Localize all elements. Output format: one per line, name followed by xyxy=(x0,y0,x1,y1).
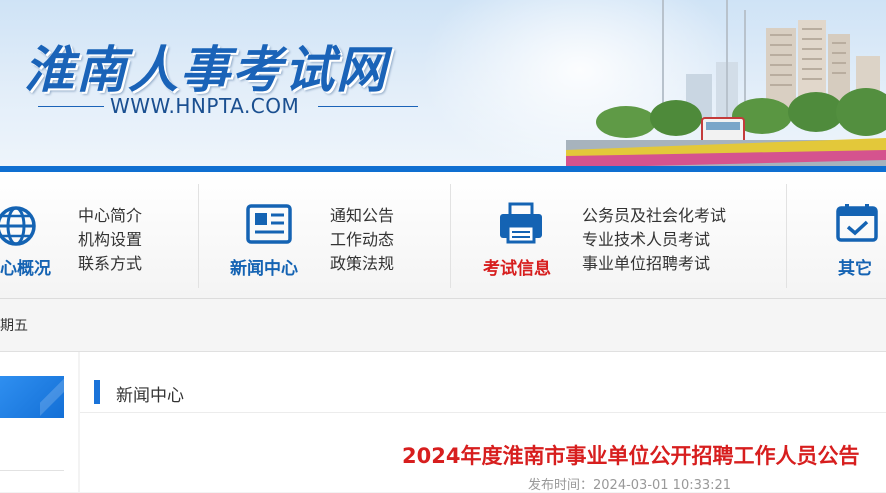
nav-links-overview: 中心简介 机构设置 联系方式 xyxy=(78,204,142,276)
nav-link-institution-exam[interactable]: 事业单位招聘考试 xyxy=(582,252,726,276)
main-nav: 心概况 中心简介 机构设置 联系方式 新闻中心 通知公告 工作动态 政策法规 考… xyxy=(0,172,886,299)
article-panel: 新闻中心 2024年度淮南市事业单位公开招聘工作人员公告 发布时间：2024-0… xyxy=(80,352,886,493)
article-publish-time: 发布时间：2024-03-01 10:33:21 xyxy=(528,478,732,493)
nav-link-intro[interactable]: 中心简介 xyxy=(78,204,142,228)
current-date: 期五 xyxy=(0,318,28,334)
url-divider-left xyxy=(38,106,104,107)
url-divider-right xyxy=(318,106,418,107)
city-skyline-image xyxy=(566,0,886,168)
section-title[interactable]: 新闻中心 xyxy=(116,381,184,406)
nav-link-notices[interactable]: 通知公告 xyxy=(330,204,394,228)
exam-printer-icon[interactable] xyxy=(498,202,544,248)
section-marker xyxy=(94,380,100,404)
nav-link-contact[interactable]: 联系方式 xyxy=(78,252,142,276)
section-divider xyxy=(80,412,886,413)
nav-link-work-news[interactable]: 工作动态 xyxy=(330,228,394,252)
nav-divider xyxy=(786,184,787,288)
nav-title-other[interactable]: 其它 xyxy=(838,254,872,279)
site-banner: 淮南人事考试网 WWW.HNPTA.COM xyxy=(0,0,886,168)
left-sidebar xyxy=(0,352,78,492)
nav-link-professional-exam[interactable]: 专业技术人员考试 xyxy=(582,228,726,252)
nav-divider xyxy=(198,184,199,288)
nav-link-policies[interactable]: 政策法规 xyxy=(330,252,394,276)
nav-links-exams: 公务员及社会化考试 专业技术人员考试 事业单位招聘考试 xyxy=(582,204,726,276)
sidebar-separator xyxy=(0,470,64,471)
site-title[interactable]: 淮南人事考试网 xyxy=(24,30,388,102)
nav-links-news: 通知公告 工作动态 政策法规 xyxy=(330,204,394,276)
tab-stripe-decoration xyxy=(40,376,64,418)
date-strip: 期五 xyxy=(0,299,886,352)
calendar-check-icon[interactable] xyxy=(836,202,878,246)
main-area: 新闻中心 2024年度淮南市事业单位公开招聘工作人员公告 发布时间：2024-0… xyxy=(0,352,886,493)
sidebar-active-tab[interactable] xyxy=(0,376,64,418)
nav-title-news[interactable]: 新闻中心 xyxy=(230,254,298,279)
newspaper-icon[interactable] xyxy=(246,204,292,248)
nav-title-overview[interactable]: 心概况 xyxy=(0,254,51,279)
globe-icon[interactable] xyxy=(0,204,38,252)
site-url: WWW.HNPTA.COM xyxy=(110,94,300,118)
nav-title-exams[interactable]: 考试信息 xyxy=(483,254,551,279)
nav-divider xyxy=(450,184,451,288)
article-title: 2024年度淮南市事业单位公开招聘工作人员公告 xyxy=(402,444,860,468)
nav-link-civil-service-exam[interactable]: 公务员及社会化考试 xyxy=(582,204,726,228)
nav-link-structure[interactable]: 机构设置 xyxy=(78,228,142,252)
